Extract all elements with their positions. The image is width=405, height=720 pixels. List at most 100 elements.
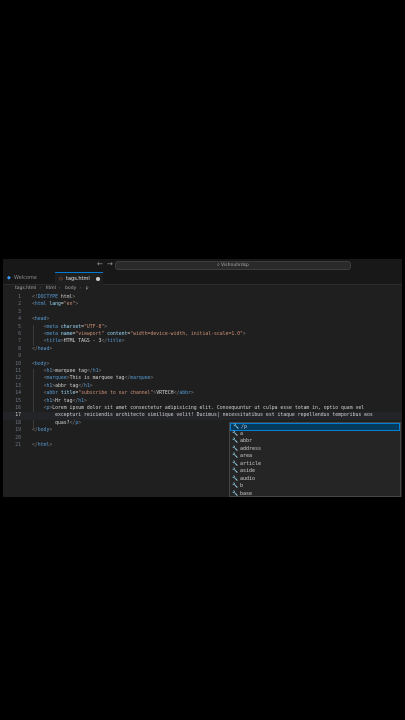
tab-tags-html[interactable]: ◇ tags.html (55, 272, 103, 285)
code-text[interactable]: excepturi reiciendis architecto similiqu… (32, 412, 373, 419)
code-line[interactable]: 6 <meta name="viewport" content="width=d… (3, 331, 402, 338)
suggestion-label: /p (241, 424, 248, 430)
code-text[interactable]: <title>HTML TAGS - 3</title> (32, 338, 125, 345)
line-number: 10 (15, 361, 21, 367)
code-text[interactable]: <h1>marquee tag</h1> (32, 368, 102, 375)
code-line[interactable]: 3 (3, 309, 402, 316)
suggestion-label: a (240, 430, 244, 437)
code-text[interactable]: <h1>Hr tag</h1> (32, 398, 87, 405)
line-number: 3 (18, 309, 21, 315)
wrench-icon: 🔧 (232, 468, 239, 474)
code-line[interactable]: 1 <!DOCTYPE html> (3, 294, 402, 301)
line-number: 16 (15, 406, 21, 411)
code-text[interactable]: </head> (32, 346, 52, 353)
code-line[interactable]: 11 <h1>marquee tag</h1> (3, 368, 402, 375)
code-text[interactable]: <html lang="en"> (32, 301, 78, 308)
suggestion-item[interactable]: 🔧 a (230, 431, 400, 439)
line-number: 20 (15, 435, 21, 441)
suggestion-item[interactable]: 🔧 aside (230, 468, 400, 476)
code-text[interactable]: <h1>abbr tag</h1> (32, 383, 93, 390)
code-text[interactable]: <head> (32, 316, 49, 323)
wrench-icon: 🔧 (232, 490, 239, 497)
line-number: 19 (15, 428, 21, 434)
code-line[interactable]: 13 <h1>abbr tag</h1> (3, 383, 402, 390)
line-number: 4 (18, 317, 21, 323)
chevron-right-icon: › (39, 286, 42, 291)
wrench-icon: 🔧 (232, 475, 239, 482)
line-number: 13 (15, 383, 21, 389)
unsaved-dot-icon[interactable] (95, 276, 100, 281)
line-number: 15 (15, 398, 21, 404)
code-line[interactable]: 9 (3, 353, 402, 360)
command-center-search[interactable]: ⌕ Vishnuhrdsp (115, 261, 351, 270)
wrench-icon: 🔧 (232, 483, 239, 489)
suggestion-label: audio (240, 475, 256, 482)
autocomplete-suggestions[interactable]: 🔧/p 🔧 a 🔧 abbr 🔧 address 🔧 area 🔧 article 🔧 aside 🔧 au… (229, 422, 401, 497)
code-line[interactable]: 17 excepturi reiciendis architecto simil… (3, 412, 402, 420)
line-number: 8 (18, 346, 21, 352)
tab-bar: ◆ Welcome ◇ tags.html (3, 272, 402, 285)
code-line[interactable]: 10 <body> (3, 361, 402, 368)
line-number: 6 (18, 332, 21, 337)
code-line[interactable]: 2 <html lang="en"> (3, 301, 402, 308)
code-text[interactable]: <marquee>This is marquee tag</marquee> (32, 375, 154, 382)
line-number: 5 (18, 324, 21, 330)
line-number: 14 (15, 391, 21, 397)
line-number: 21 (15, 443, 21, 448)
code-line[interactable]: 16 <p>Lorem ipsum dolor sit amet consect… (3, 405, 402, 412)
code-line[interactable]: 12 <marquee>This is marquee tag</marquee… (3, 375, 402, 382)
breadcrumb-body[interactable]: body (65, 286, 76, 291)
forward-arrow-icon[interactable]: → (107, 260, 113, 268)
back-arrow-icon[interactable]: ← (97, 260, 103, 268)
tab-welcome[interactable]: ◆ Welcome (3, 272, 51, 285)
breadcrumb-p[interactable]: p (86, 286, 89, 291)
chevron-right-icon: › (79, 286, 82, 291)
vscode-icon: ◆ (7, 275, 11, 281)
suggestion-item[interactable]: 🔧 abbr (230, 438, 400, 446)
suggestion-label: aside (240, 468, 256, 474)
code-line[interactable]: 7 <title>HTML TAGS - 3</title> (3, 338, 402, 345)
suggestion-label: address (240, 445, 262, 452)
suggestion-item[interactable]: 🔧/p (230, 423, 400, 431)
suggestion-label: b (240, 483, 244, 489)
code-line[interactable]: 5 <meta charset="UTF-8"> (3, 324, 402, 331)
code-text[interactable]: <abbr title="subscribe to our channel">V… (32, 390, 194, 397)
chevron-right-icon: › (58, 286, 61, 291)
line-number: 17 (15, 413, 21, 419)
code-line[interactable]: 14 <abbr title="subscribe to our channel… (3, 390, 402, 397)
wrench-icon: 🔧 (232, 460, 239, 467)
breadcrumb: tags.html › html › body › p (3, 285, 402, 293)
line-number: 18 (15, 420, 21, 426)
line-number: 11 (15, 369, 21, 374)
wrench-icon: 🔧 (232, 453, 239, 459)
tab-label: Welcome (14, 275, 37, 281)
line-number: 12 (15, 376, 21, 382)
suggestion-item[interactable]: 🔧 area (230, 453, 400, 461)
code-text[interactable]: quas?</p> (32, 420, 81, 427)
code-text[interactable]: </body> (32, 427, 52, 434)
breadcrumb-html[interactable]: html (46, 286, 56, 291)
wrench-icon: 🔧 (233, 424, 240, 430)
code-text[interactable]: <body> (32, 361, 49, 368)
code-text[interactable]: <meta charset="UTF-8"> (32, 324, 108, 331)
code-text[interactable]: <meta name="viewport" content="width=dev… (32, 331, 246, 338)
line-number: 1 (18, 295, 21, 300)
code-line[interactable]: 15 <h1>Hr tag</h1> (3, 398, 402, 405)
wrench-icon: 🔧 (232, 438, 239, 444)
code-line[interactable]: 4 <head> (3, 316, 402, 323)
code-line[interactable]: 8 </head> (3, 346, 402, 353)
suggestion-label: article (240, 460, 262, 467)
suggestion-item[interactable]: 🔧 base (230, 490, 400, 497)
wrench-icon: 🔧 (232, 445, 239, 452)
code-text[interactable]: </html> (32, 442, 52, 449)
code-text[interactable]: <!DOCTYPE html> (32, 294, 75, 301)
breadcrumb-file[interactable]: tags.html (15, 286, 36, 291)
suggestion-item[interactable]: 🔧 b (230, 483, 400, 491)
suggestion-label: area (240, 453, 253, 459)
suggestion-item[interactable]: 🔧 address (230, 446, 400, 454)
suggestion-label: base (240, 490, 253, 497)
suggestion-item[interactable]: 🔧 audio (230, 476, 400, 484)
code-text[interactable]: <p>Lorem ipsum dolor sit amet consectetu… (32, 405, 365, 412)
line-number: 7 (18, 339, 21, 345)
suggestion-item[interactable]: 🔧 article (230, 461, 400, 469)
